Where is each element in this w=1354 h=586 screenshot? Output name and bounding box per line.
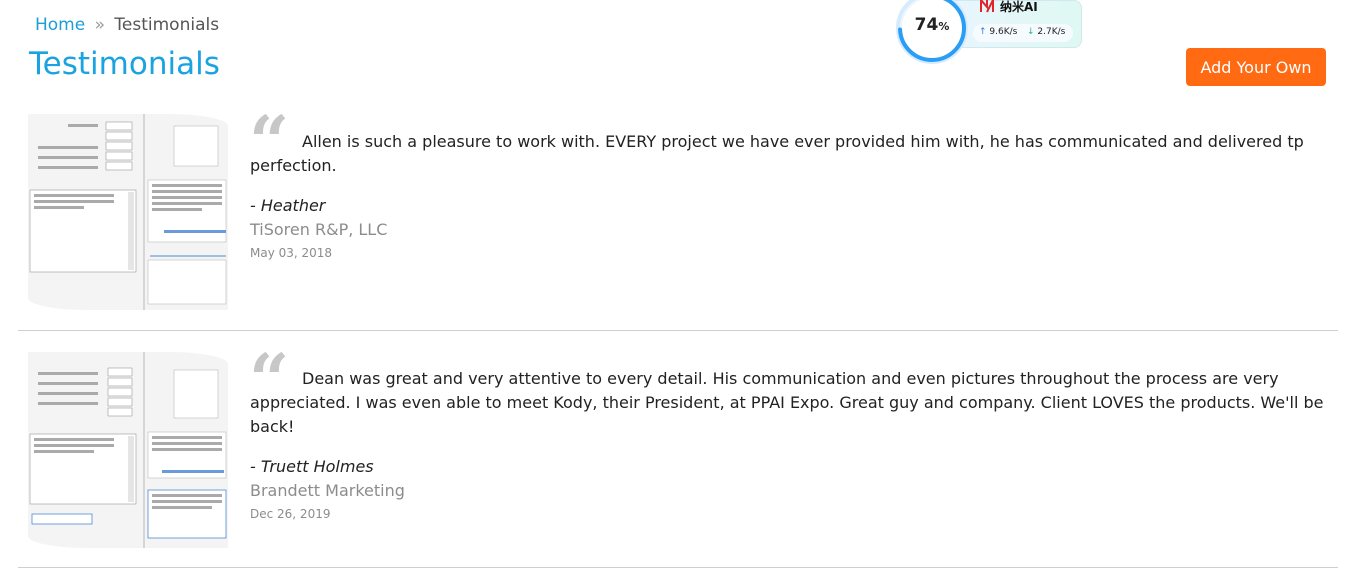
testimonial-screenshot[interactable]	[28, 114, 228, 310]
testimonial-text: Allen is such a pleasure to work with. E…	[250, 132, 1304, 175]
widget-brand: 纳米AI	[1000, 0, 1038, 14]
breadcrumb-home-link[interactable]: Home	[35, 15, 85, 35]
testimonial-date: May 03, 2018	[250, 246, 333, 260]
speed-readout: ↑ 9.6K/s ↓ 2.7K/s	[973, 24, 1073, 42]
download-speed: ↓ 2.7K/s	[1027, 27, 1066, 37]
breadcrumb: Home » Testimonials	[35, 15, 219, 35]
breadcrumb-current: Testimonials	[114, 15, 220, 35]
form-screenshot-image	[28, 114, 228, 310]
network-speed-widget[interactable]: 74% 纳米AI ↑ 9.6K/s ↓ 2.7K/s	[896, 0, 1082, 64]
form-screenshot-image	[28, 352, 228, 548]
arrow-down-icon: ↓	[1027, 27, 1035, 37]
percent-gauge: 74%	[896, 0, 968, 64]
testimonial-screenshot[interactable]	[28, 352, 228, 548]
testimonial-text: Dean was great and very attentive to eve…	[250, 369, 1324, 436]
testimonial-author: - Truett Holmes	[250, 457, 374, 476]
add-your-own-button[interactable]: Add Your Own	[1186, 48, 1326, 86]
testimonial-company: Brandett Marketing	[250, 481, 405, 500]
testimonial-author: - Heather	[250, 196, 326, 215]
testimonial-date: Dec 26, 2019	[250, 507, 331, 521]
testimonial-company: TiSoren R&P, LLC	[250, 220, 388, 239]
nano-ai-logo-icon	[980, 0, 994, 13]
percent-value: 74%	[914, 15, 950, 35]
upload-speed: ↑ 9.6K/s	[979, 27, 1018, 37]
testimonial-item: “ Dean was great and very attentive to e…	[18, 338, 1338, 568]
testimonial-item: “ Allen is such a pleasure to work with.…	[18, 100, 1338, 331]
breadcrumb-separator: »	[94, 15, 106, 35]
arrow-up-icon: ↑	[979, 27, 987, 37]
page-title: Testimonials	[29, 46, 220, 82]
